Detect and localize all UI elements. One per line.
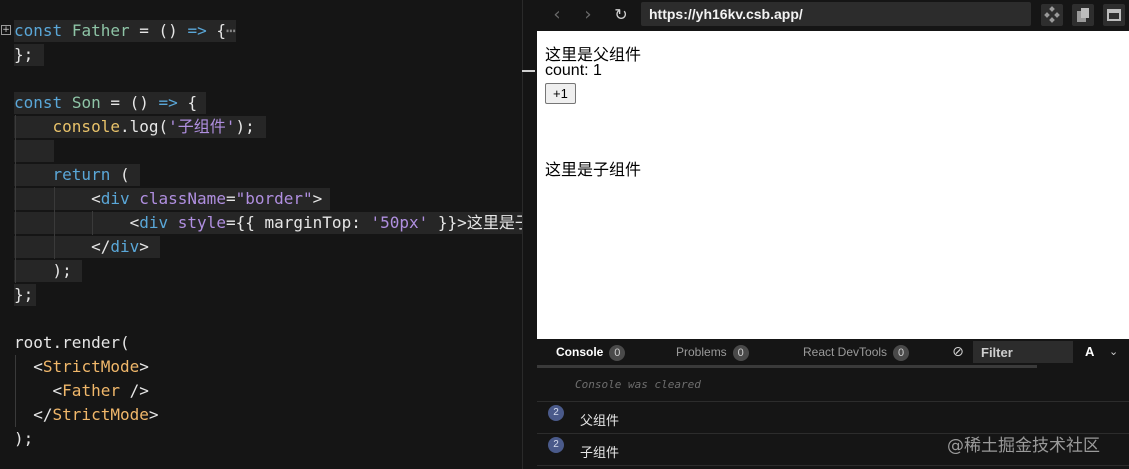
react-devtools-count-badge: 0 — [893, 344, 910, 361]
code-line: <StrictMode> — [33, 357, 149, 376]
chevron-left-icon[interactable]: ‹ — [546, 4, 568, 26]
log-message: 子组件 — [580, 446, 620, 461]
console-count-badge: 0 — [609, 344, 626, 361]
code-line: }; — [0, 283, 522, 307]
chevron-down-icon[interactable]: ⌄ — [1109, 343, 1118, 361]
increment-button[interactable]: +1 — [545, 83, 576, 104]
preview-viewport: 这里是父组件 count: 1 +1 这里是子组件 — [537, 31, 1129, 339]
code-line: </StrictMode> — [33, 405, 159, 424]
log-repeat-count: 2 — [548, 405, 564, 421]
resize-handle[interactable] — [522, 70, 535, 72]
code-line: console.log('子组件'); — [0, 115, 522, 139]
codesandbox-icon[interactable] — [1041, 4, 1063, 26]
problems-count-badge: 0 — [732, 344, 749, 361]
filter-input[interactable] — [973, 341, 1073, 363]
console-cleared-row: Console was cleared — [537, 369, 1129, 402]
code-line — [0, 139, 522, 163]
clear-console-icon[interactable]: ⊘ — [949, 343, 967, 361]
code-line: ); — [14, 429, 34, 448]
code-line: }; — [0, 43, 522, 67]
url-bar[interactable]: https://yh16kv.csb.app/ — [641, 2, 1031, 26]
code-line: + const Father = () => {⋯ — [1, 20, 236, 42]
copy-window-icon[interactable] — [1072, 4, 1094, 26]
font-size-toggle[interactable]: A — [1085, 343, 1094, 361]
chevron-right-icon[interactable]: › — [577, 4, 599, 26]
open-new-window-icon[interactable] — [1103, 4, 1125, 26]
refresh-icon[interactable]: ↻ — [610, 4, 632, 26]
code-line: root.render( — [14, 333, 130, 352]
log-message: 父组件 — [580, 414, 620, 429]
code-line: <div style={{ marginTop: '50px' }}>这里是子组… — [0, 211, 522, 235]
child-component-text: 这里是子组件 — [545, 162, 642, 179]
code-line: <div className="border"> — [0, 187, 522, 211]
log-repeat-count: 2 — [548, 437, 564, 453]
count-text: count: 1 — [545, 62, 602, 79]
browser-toolbar: ‹ › ↻ https://yh16kv.csb.app/ — [537, 0, 1129, 30]
devtools-tabs: Console0 Problems0 React DevTools0 ⊘ A ⌄ — [537, 339, 1129, 365]
code-line: </div> — [0, 235, 522, 259]
code-line: return ( — [0, 163, 522, 187]
preview-browser: ‹ › ↻ https://yh16kv.csb.app/ 这里是父组件 cou… — [537, 0, 1129, 469]
code-editor[interactable]: + const Father = () => {⋯ }; const Son =… — [0, 0, 522, 469]
code-line: <Father /> — [52, 381, 149, 400]
code-line: ); — [0, 259, 522, 283]
tab-console[interactable]: Console 0 — [556, 339, 626, 365]
tab-scroll-track — [537, 365, 1037, 368]
watermark: @稀土掘金技术社区 — [947, 436, 1100, 456]
code-line: const Son = () => { — [0, 91, 522, 115]
tab-problems[interactable]: Problems 0 — [676, 339, 749, 365]
expand-fold-icon[interactable]: + — [1, 25, 11, 35]
tab-react-devtools[interactable]: React DevTools 0 — [803, 339, 910, 365]
console-log-row: 2 父组件 — [537, 402, 1129, 434]
